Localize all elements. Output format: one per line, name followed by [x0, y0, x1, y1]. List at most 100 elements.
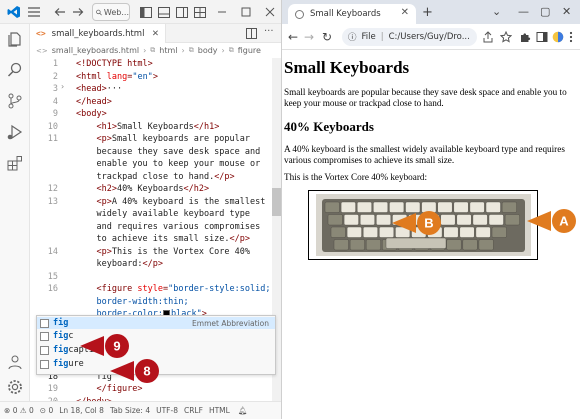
- code-editor[interactable]: 1 <!DOCTYPE html> 2 <html lang="en"> 3 <head>…: [30, 58, 281, 401]
- line-number: 10: [47, 121, 58, 132]
- settings-gear-icon[interactable]: [6, 378, 24, 396]
- suggestion-match: fig: [53, 345, 69, 355]
- callout-a: A: [527, 209, 576, 233]
- code-line: <figure style="border-style:solid;: [76, 284, 271, 294]
- line-ending[interactable]: CRLF: [184, 406, 203, 415]
- line-number: 12: [47, 184, 58, 194]
- code-line: enable you to keep your mouse or: [96, 159, 261, 169]
- source-control-icon[interactable]: [6, 92, 24, 110]
- element-icon: ⧉: [188, 46, 194, 54]
- more-options-icon[interactable]: [569, 31, 580, 43]
- html-file-icon: <>: [36, 29, 46, 38]
- fold-expand-icon[interactable]: ›: [61, 82, 64, 91]
- share-icon[interactable]: [482, 31, 494, 43]
- tab-close-icon[interactable]: ✕: [152, 29, 159, 39]
- tab-size[interactable]: Tab Size: 4: [110, 406, 150, 415]
- vscode-window: Web... <> small_keyboards.html ✕ ··· <> …: [0, 0, 281, 419]
- keyboard-key: [478, 239, 494, 251]
- split-editor-icon[interactable]: [246, 28, 257, 39]
- line-number: 13: [47, 196, 58, 207]
- suggestion-rest: ure: [68, 359, 84, 369]
- language-mode[interactable]: HTML: [209, 406, 230, 415]
- editor-tab-bar: <> small_keyboards.html ✕ ···: [30, 24, 281, 43]
- address-path: C:/Users/Guy/Dro...: [388, 32, 470, 42]
- chevron-right-icon: ›: [181, 46, 185, 55]
- keyboard-key: [346, 226, 362, 238]
- extensions-icon[interactable]: [6, 154, 24, 172]
- new-tab-icon[interactable]: +: [422, 5, 433, 20]
- ports-indicator[interactable]: ⊙ 0: [40, 406, 53, 415]
- close-icon[interactable]: [262, 4, 278, 20]
- keyboard-key: [330, 226, 346, 238]
- encoding[interactable]: UTF-8: [156, 406, 178, 415]
- figure-intro-paragraph: This is the Vortex Core 40% keyboard:: [284, 172, 428, 182]
- callout-8: 8: [110, 359, 159, 383]
- code-line: <!DOCTYPE html>: [76, 59, 153, 69]
- breadcrumb-html[interactable]: html: [159, 46, 177, 55]
- side-panel-icon[interactable]: [536, 31, 548, 43]
- keyboard-key: [343, 214, 359, 226]
- error-icon: ⊗: [4, 406, 11, 415]
- toggle-panel-icon[interactable]: [156, 4, 172, 20]
- maximize-icon[interactable]: [238, 4, 254, 20]
- keyboard-key: [491, 226, 507, 238]
- profile-avatar-icon[interactable]: [552, 31, 564, 43]
- maximize-icon[interactable]: ▢: [540, 5, 550, 18]
- scrollbar-thumb[interactable]: [272, 188, 281, 216]
- search-icon[interactable]: [6, 61, 24, 79]
- address-bar[interactable]: ⓘ File | C:/Users/Guy/Dro...: [342, 28, 477, 46]
- element-icon: ⧉: [150, 46, 156, 54]
- keyboard-key: [475, 226, 491, 238]
- keyboard-key: [366, 239, 381, 251]
- tab-search-icon[interactable]: ⌄: [492, 5, 501, 18]
- page-heading: Small Keyboards: [284, 58, 410, 77]
- keyboard-key: [462, 239, 478, 251]
- vscode-titlebar: Web...: [0, 0, 281, 24]
- toggle-sidebar-icon[interactable]: [138, 4, 154, 20]
- breadcrumb-file[interactable]: small_keyboards.html: [52, 46, 139, 55]
- close-tab-icon[interactable]: ✕: [401, 7, 409, 18]
- run-debug-icon[interactable]: [6, 123, 24, 141]
- tab-small-keyboards[interactable]: <> small_keyboards.html ✕: [30, 24, 166, 43]
- minimize-icon[interactable]: —: [518, 5, 529, 18]
- breadcrumb-body[interactable]: body: [198, 46, 218, 55]
- back-arrow-icon[interactable]: ←: [288, 30, 298, 44]
- bookmark-star-icon[interactable]: [500, 31, 512, 43]
- code-line: <body>: [76, 109, 107, 119]
- menu-icon[interactable]: [26, 4, 42, 20]
- account-icon[interactable]: [6, 353, 24, 371]
- callout-b: B: [392, 211, 441, 235]
- minimize-icon[interactable]: [214, 4, 230, 20]
- command-center-search[interactable]: Web...: [92, 3, 130, 21]
- back-arrow-icon[interactable]: [52, 4, 68, 20]
- breadcrumb-figure[interactable]: figure: [238, 46, 261, 55]
- section-heading: 40% Keyboards: [284, 119, 374, 134]
- forward-arrow-icon[interactable]: [70, 4, 86, 20]
- browser-tab[interactable]: Small Keyboards ✕: [288, 4, 416, 24]
- command-center-label: Web...: [103, 7, 129, 17]
- suggestion-item[interactable]: fig Emmet Abbreviation: [37, 317, 275, 329]
- tab-label: small_keyboards.html: [51, 28, 145, 39]
- suggestion-item[interactable]: figcaption: [37, 344, 275, 356]
- extensions-puzzle-icon[interactable]: [519, 31, 531, 43]
- code-line: keyboard:</p>: [96, 259, 164, 269]
- keyboard-key: [349, 239, 365, 251]
- suggestion-item[interactable]: figc: [37, 330, 275, 342]
- keyboard-key: [472, 214, 488, 226]
- explorer-icon[interactable]: [6, 30, 24, 48]
- close-icon[interactable]: ✕: [562, 5, 571, 18]
- intro-paragraph: Small keyboards are popular because they…: [284, 87, 567, 108]
- line-number: 16: [47, 284, 58, 294]
- more-actions-icon[interactable]: ···: [264, 26, 274, 37]
- reload-icon[interactable]: ↻: [322, 30, 332, 44]
- customize-layout-icon[interactable]: [192, 4, 208, 20]
- section-paragraph: A 40% keyboard is the smallest widely av…: [284, 144, 565, 165]
- forward-arrow-icon[interactable]: →: [304, 30, 314, 44]
- code-line: and requires various compromises: [96, 221, 261, 232]
- notifications-bell-icon[interactable]: 🔔︎: [238, 406, 248, 415]
- keyboard-key: [357, 201, 372, 213]
- problems-indicator[interactable]: ⊗ 0 ⚠ 0: [4, 406, 34, 415]
- code-line: <p>A 40% keyboard is the smallest: [76, 196, 266, 207]
- toggle-secondary-sidebar-icon[interactable]: [174, 4, 190, 20]
- cursor-position[interactable]: Ln 18, Col 8: [59, 406, 104, 415]
